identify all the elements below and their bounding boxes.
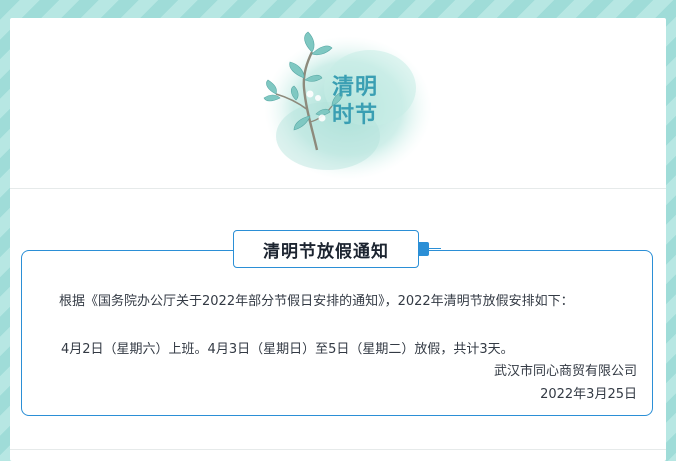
company-signature: 武汉市同心商贸有限公司 [493,364,637,379]
notice-card: 清明 时节 清明节放假通知 根据《国务院办公厅关于2022年部分节假日安排的通知… [10,18,666,461]
qingming-banner: 清明 时节 [10,18,666,188]
notice-title: 清明节放假通知 [233,230,419,268]
hero-title-line2: 时节 [332,103,378,128]
section-divider [10,188,666,189]
notice-title-text: 清明节放假通知 [263,241,389,262]
qingming-illustration: 清明 时节 [263,31,432,180]
notice-date: 2022年3月25日 [540,387,637,402]
notice-paragraph-2: 4月2日（星期六）上班。4月3日（星期日）至5日（星期二）放假，共计3天。 [61,342,514,357]
bottom-divider [10,449,666,450]
hero-title-line1: 清明 [332,74,378,100]
notice-paragraph-1: 根据《国务院办公厅关于2022年部分节假日安排的通知》，2022年清明节放假安排… [59,294,574,309]
